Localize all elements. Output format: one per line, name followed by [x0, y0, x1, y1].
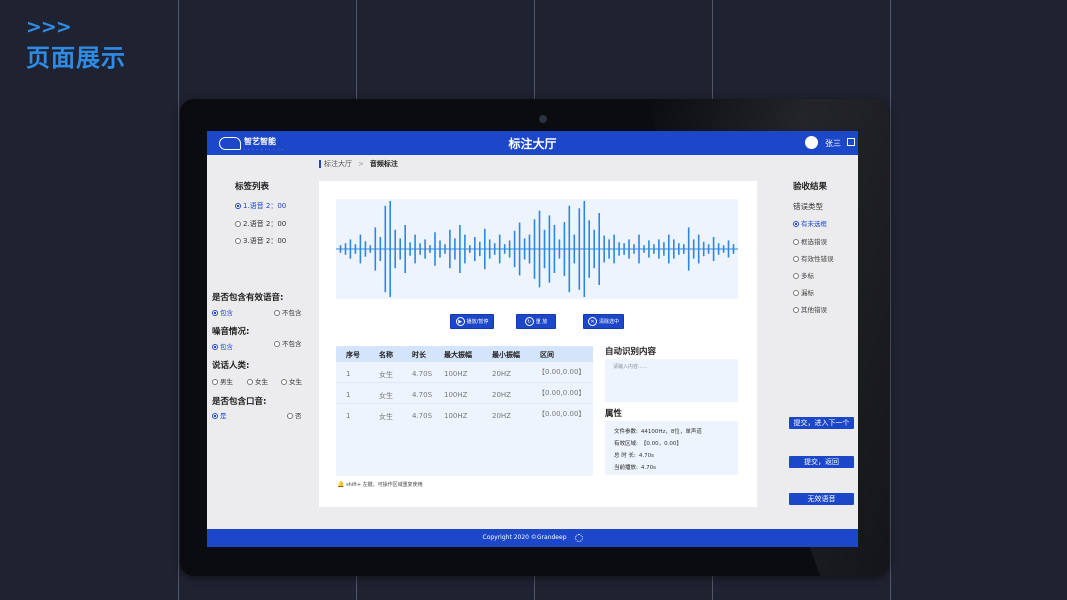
option-no[interactable]: 否 — [287, 410, 302, 420]
radio-icon — [212, 413, 218, 419]
recognition-textarea[interactable]: 请输入内容...... — [605, 359, 738, 402]
option-include[interactable]: 包含 — [212, 307, 233, 317]
camera-icon — [539, 115, 547, 123]
attribute-row: 文件参数: 44100Hz，8位，单声道 — [614, 429, 702, 435]
error-type-title: 错误类型 — [793, 202, 823, 211]
waveform-chart[interactable] — [336, 199, 738, 299]
bell-icon: 🔔 — [337, 481, 345, 488]
label-list-item[interactable]: 1.语音 2：00 — [235, 201, 286, 211]
review-title: 验收结果 — [793, 182, 828, 192]
radio-icon — [274, 310, 280, 316]
question-accent: 是否包含口音: — [212, 397, 267, 407]
attributes-panel: 文件参数: 44100Hz，8位，单声道 有效区域: 【0.00，0.00】 总 时… — [605, 421, 738, 475]
attribute-row: 当前播放: 4.70s — [614, 465, 656, 471]
radio-icon — [274, 341, 280, 347]
loading-icon — [574, 533, 583, 542]
radio-icon — [235, 221, 241, 227]
avatar[interactable] — [805, 136, 818, 149]
shortcut-hint: 🔔 shift+ 左键，可操作区域重复使用 — [337, 481, 423, 488]
close-icon: ✕ — [587, 317, 597, 326]
label-list-title: 标签列表 — [235, 182, 270, 192]
radio-icon — [235, 203, 241, 209]
question-noise: 噪音情况: — [212, 327, 250, 337]
attributes-title: 属性 — [605, 409, 623, 419]
label-list-item[interactable]: 3.语音 2：00 — [235, 236, 286, 246]
clear-selection-button[interactable]: ✕ 清除选中 — [583, 314, 624, 329]
column-header: 最小振幅 — [492, 351, 520, 359]
radio-icon — [212, 344, 218, 350]
option-exclude[interactable]: 不包含 — [274, 307, 302, 317]
play-pause-button[interactable]: ▶ 播放/暂停 — [450, 314, 494, 329]
radio-icon — [235, 238, 241, 244]
radio-icon — [212, 310, 218, 316]
column-header: 名称 — [379, 351, 393, 359]
radio-icon — [793, 256, 799, 262]
column-header: 时长 — [412, 351, 426, 359]
option-female[interactable]: 女生 — [247, 376, 268, 386]
recognition-title: 自动识别内容 — [605, 347, 657, 357]
waveform[interactable] — [336, 199, 738, 299]
column-header: 序号 — [346, 351, 360, 359]
replay-button[interactable]: ↻ 重 放 — [516, 314, 556, 329]
app-title: 标注大厅 — [508, 137, 557, 151]
username[interactable]: 张三 — [825, 138, 841, 149]
breadcrumb-parent[interactable]: 标注大厅 — [324, 160, 352, 168]
option-include[interactable]: 包含 — [212, 341, 233, 351]
logout-icon[interactable] — [847, 138, 855, 146]
replay-icon: ↻ — [524, 317, 534, 326]
invalid-speech-button[interactable]: 无效语音 — [789, 493, 854, 505]
question-speaker: 说话人类: — [212, 361, 250, 371]
showcase-arrows: >>> — [26, 16, 72, 38]
guide-line — [890, 0, 891, 600]
error-option[interactable]: 漏标 — [793, 287, 814, 297]
radio-icon — [247, 379, 253, 385]
app-header: 智艺智能 · · · · · · · · · · 标注大厅 张三 — [207, 131, 858, 155]
attribute-row: 有效区域: 【0.00，0.00】 — [614, 441, 682, 447]
error-option[interactable]: 有效性错误 — [793, 253, 834, 263]
column-header: 区间 — [540, 351, 554, 359]
error-option[interactable]: 多标 — [793, 270, 814, 280]
app-screen: 智艺智能 · · · · · · · · · · 标注大厅 张三 标注大厅 > 音频… — [207, 131, 858, 547]
error-option[interactable]: 框选错误 — [793, 236, 827, 246]
column-header: 最大振幅 — [444, 351, 472, 359]
error-option[interactable]: 有未选框 — [793, 218, 827, 228]
footer: Copyright 2020 ©Grandeep — [207, 529, 858, 547]
submit-next-button[interactable]: 提交，进入下一个 — [789, 417, 854, 429]
option-yes[interactable]: 是 — [212, 410, 227, 420]
radio-icon — [212, 379, 218, 385]
radio-icon — [793, 273, 799, 279]
guide-line — [178, 0, 179, 600]
table-header: 序号 名称 时长 最大振幅 最小振幅 区间 — [336, 346, 593, 362]
row-divider — [336, 382, 593, 383]
submit-back-button[interactable]: 提交，返回 — [789, 456, 854, 468]
attribute-row: 总 时 长: 4.70s — [614, 453, 654, 459]
breadcrumb: 标注大厅 > 音频标注 — [319, 159, 398, 169]
radio-icon — [793, 290, 799, 296]
radio-icon — [281, 379, 287, 385]
breadcrumb-separator: > — [358, 160, 364, 168]
error-option[interactable]: 其他错误 — [793, 304, 827, 314]
radio-icon — [793, 221, 799, 227]
radio-icon — [793, 239, 799, 245]
row-divider — [336, 403, 593, 404]
copyright-text: Copyright 2020 ©Grandeep — [482, 534, 567, 541]
play-icon: ▶ — [455, 317, 465, 326]
option-female[interactable]: 女生 — [281, 376, 302, 386]
segment-table: 序号 名称 时长 最大振幅 最小振幅 区间 1 女生 4.70S 100HZ 2… — [336, 346, 593, 476]
option-exclude[interactable]: 不包含 — [274, 338, 302, 348]
breadcrumb-marker — [319, 160, 321, 168]
breadcrumb-current: 音频标注 — [369, 160, 398, 168]
audio-annotation-panel: ▶ 播放/暂停 ↻ 重 放 ✕ 清除选中 序号 名称 时长 最大振幅 最小振幅 区间 … — [319, 181, 757, 507]
label-list-item[interactable]: 2.语音 2：00 — [235, 219, 286, 229]
question-valid-speech: 是否包含有效语音: — [212, 293, 284, 303]
option-male[interactable]: 男生 — [212, 376, 233, 386]
radio-icon — [793, 307, 799, 313]
showcase-title: 页面展示 — [26, 44, 126, 72]
radio-icon — [287, 413, 293, 419]
